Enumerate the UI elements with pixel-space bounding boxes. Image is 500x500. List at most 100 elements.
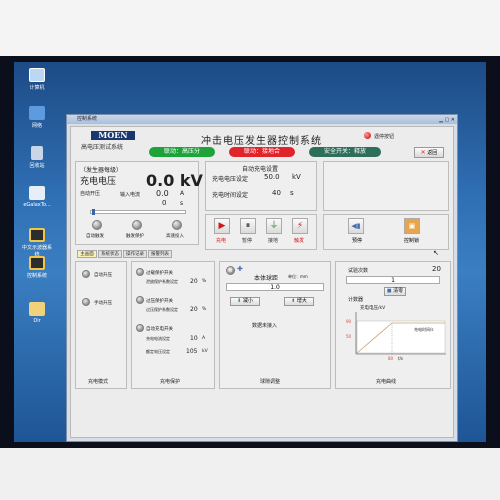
rated-voltage-value[interactable]: 105 xyxy=(186,348,197,355)
arrow-up-icon: ⬆ xyxy=(291,298,296,304)
plot-x-label-1: 80 xyxy=(388,356,394,361)
network-icon xyxy=(29,106,45,120)
plot-x-label-2: t/s xyxy=(398,356,403,361)
control-lock-button[interactable]: ▣ xyxy=(404,218,420,234)
pause-button[interactable]: ⏸ xyxy=(240,218,256,234)
desktop-icon-egalax[interactable]: eGalaxTo... xyxy=(20,186,54,208)
knob-label: 触发保护 xyxy=(126,234,144,239)
tab-alarm-list[interactable]: 报警列表 xyxy=(148,250,172,258)
overload-label: 过载保护开关 xyxy=(146,271,173,276)
overvoltage-sub-label: 过压保护系数设定 xyxy=(146,307,178,312)
charge-current-unit: A xyxy=(202,336,206,341)
ball-gap-panel: M ✚ 本体球距 单位：mm 1.0 ⬇ 减小 ⬆ 增大 数据未接入 球隙调整 xyxy=(219,261,331,389)
auto-charge-label: 自动充电开关 xyxy=(146,327,173,332)
increase-button[interactable]: ⬆ 增大 xyxy=(284,297,314,306)
charge-level-slider[interactable] xyxy=(90,210,186,214)
desktop-icon-label: 控制系统 xyxy=(26,273,47,279)
plot-y-mid-label: 50 xyxy=(346,334,352,339)
desktop-icon-label: eGalaxTo... xyxy=(23,202,51,208)
trigger-button[interactable]: ⚡ xyxy=(292,218,308,234)
control-lock-label: 控制锁 xyxy=(404,238,420,244)
auto-trigger-knob[interactable] xyxy=(92,220,102,230)
ball-gap-input[interactable]: 1.0 xyxy=(226,283,324,291)
plot-x-axis-label: 充电时间/s xyxy=(414,326,433,332)
overvoltage-value[interactable]: 20 xyxy=(190,306,198,313)
auto-charge-switch[interactable] xyxy=(136,324,144,332)
test-count-input[interactable]: 1 xyxy=(346,276,440,284)
auto-charge-title: 自动充电设置 xyxy=(242,166,279,173)
ball-gap-title: 本体球距 xyxy=(254,275,279,282)
plot-title: 充电电压/kV xyxy=(360,304,386,311)
return-label: 返回 xyxy=(427,150,438,156)
decrease-button[interactable]: ⬇ 减小 xyxy=(230,297,260,306)
timer-unit: s xyxy=(180,200,184,207)
input-current-unit: A xyxy=(180,190,185,197)
status-badge-hv: 联动：高压分 xyxy=(149,147,215,157)
high-speed-knob[interactable] xyxy=(172,220,182,230)
oscilloscope-app-icon xyxy=(29,228,45,242)
control-app-icon xyxy=(29,256,45,270)
test-panel-footer: 充电曲线 xyxy=(376,379,397,385)
window-controls[interactable]: ▁ ▢ ✕ xyxy=(439,116,455,125)
charge-button[interactable]: ▶ xyxy=(214,218,230,234)
overvoltage-label: 过压保护开关 xyxy=(146,299,173,304)
increase-label: 增大 xyxy=(296,298,307,304)
rated-voltage-label: 额定电压设定 xyxy=(146,349,170,354)
clear-label: 清零 xyxy=(393,288,404,294)
trigger-protect-knob[interactable] xyxy=(132,220,142,230)
photo-bottom-edge xyxy=(0,448,500,500)
overload-sub-label: 泄放保护系数设定 xyxy=(146,279,178,284)
plus-icon: ✚ xyxy=(237,265,243,273)
manual-boost-switch[interactable] xyxy=(82,298,90,306)
desktop-icon-dir[interactable]: Dir xyxy=(20,302,54,324)
overload-value[interactable]: 20 xyxy=(190,278,198,285)
time-setpoint-unit: s xyxy=(290,189,294,197)
charge-protect-panel: 过载保护开关 泄放保护系数设定 20 % 过压保护开关 过压保护系数设定 20 … xyxy=(131,261,215,389)
auto-charge-panel: 自动充电设置 充电电压设定 50.0 kV 充电时间设定 40 s xyxy=(205,161,317,211)
voltage-setpoint-label: 充电电压设定 xyxy=(212,176,249,183)
window-titlebar[interactable]: 控制系统 ▁ ▢ ✕ xyxy=(67,115,457,124)
plot-area xyxy=(356,320,446,354)
test-count-value: 20 xyxy=(432,265,441,273)
desktop-icon-network[interactable]: 网络 xyxy=(20,106,54,129)
charge-mode-panel: 自动升压 手动升压 充电模式 xyxy=(75,261,127,389)
status-badge-safety: 安全开关：释放 xyxy=(309,147,381,157)
desktop-icon-oscilloscope[interactable]: 中文示波器系统 xyxy=(20,228,54,258)
device-label: （发生器每级） xyxy=(80,167,123,174)
overload-switch[interactable] xyxy=(136,268,144,276)
charge-panel: （发生器每级） 充电电压 0.0 kV 自动开压 输入电流 0.0 A 0 s xyxy=(75,161,203,245)
prestop-label: 预停 xyxy=(352,238,363,244)
knob-label: 高速投入 xyxy=(166,234,184,239)
play-icon: ▶ xyxy=(218,221,226,231)
desktop-icon-control-system[interactable]: 控制系统 xyxy=(20,256,54,279)
desktop-icon-computer[interactable]: 计算机 xyxy=(20,68,54,91)
auto-boost-switch[interactable] xyxy=(82,270,90,278)
mouse-cursor-icon: ↖ xyxy=(433,249,439,257)
ground-button[interactable]: ⏚ xyxy=(266,218,282,234)
ground-icon: ⏚ xyxy=(269,221,279,231)
desktop-icon-label: 回收站 xyxy=(29,163,45,169)
clear-button[interactable]: ■ 清零 xyxy=(384,287,406,296)
desktop-icon-recycle-bin[interactable]: 回收站 xyxy=(20,146,54,169)
slider-thumb[interactable] xyxy=(91,209,95,215)
tab-operation-log[interactable]: 操作记录 xyxy=(123,250,147,258)
charge-protect-footer: 充电保护 xyxy=(160,379,181,385)
company-logo: MOEN xyxy=(91,131,135,140)
app-window: 控制系统 ▁ ▢ ✕ MOEN 高电压测试系统 冲击电压发生器控制系统 遇停按钮… xyxy=(66,114,458,442)
tab-main[interactable]: 主画面 xyxy=(77,250,97,258)
prestop-button[interactable]: ◀▮ xyxy=(348,218,364,234)
time-setpoint-value[interactable]: 40 xyxy=(272,189,281,197)
touch-driver-icon xyxy=(29,186,45,200)
voltage-setpoint-value[interactable]: 50.0 xyxy=(264,173,280,181)
voltage-setpoint-unit: kV xyxy=(292,173,301,181)
test-count-label: 试验次数 xyxy=(348,268,369,274)
input-current-value: 0.0 xyxy=(156,189,169,198)
charge-voltage-readout: 0.0 kV xyxy=(146,171,203,190)
motor-label: M xyxy=(228,268,233,273)
desktop-icon-label: Dir xyxy=(33,318,41,324)
charge-current-value[interactable]: 10 xyxy=(190,335,198,342)
tab-system-status[interactable]: 系统状态 xyxy=(98,250,122,258)
return-button[interactable]: ✕ 返回 xyxy=(414,147,444,158)
overvoltage-switch[interactable] xyxy=(136,296,144,304)
window-title: 控制系统 xyxy=(77,116,98,122)
